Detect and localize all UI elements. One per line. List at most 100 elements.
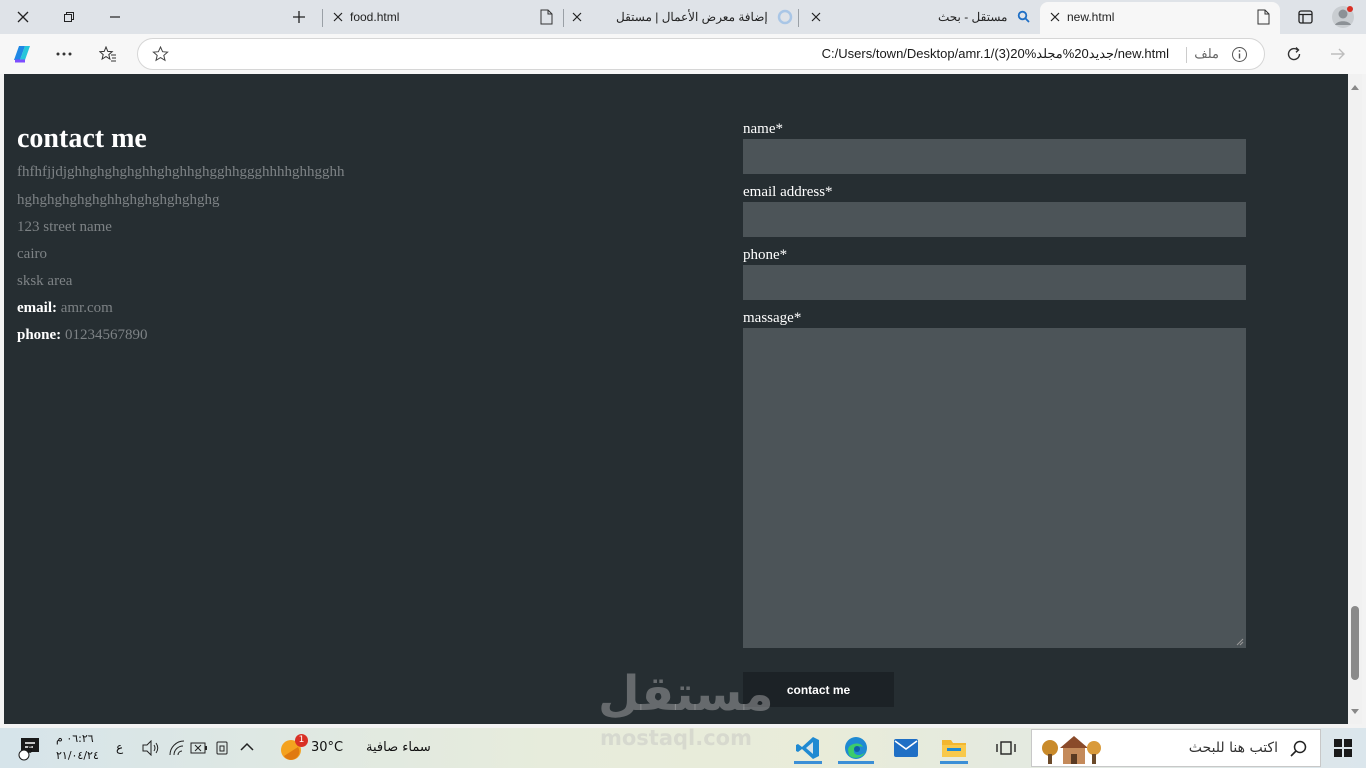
email-field[interactable] — [743, 202, 1246, 237]
loading-icon — [777, 9, 793, 25]
clock-time[interactable]: ٠٦:٢٦ م — [56, 732, 94, 745]
vscode-taskbar-button[interactable] — [786, 732, 830, 764]
mail-taskbar-button[interactable] — [884, 732, 928, 764]
minimize-window-button[interactable] — [92, 0, 138, 34]
profile-button[interactable] — [1320, 0, 1366, 34]
watermark-logo: مستقل — [598, 666, 774, 722]
email-value: amr.com — [60, 300, 113, 316]
close-tab-icon[interactable] — [1050, 12, 1060, 22]
phone-value: 01234567890 — [64, 327, 148, 343]
forward-button[interactable] — [1324, 40, 1352, 68]
edge-taskbar-button[interactable] — [834, 732, 878, 764]
more-icon — [56, 52, 72, 56]
running-indicator — [794, 761, 822, 764]
document-icon — [540, 9, 553, 25]
chevron-up-icon[interactable] — [240, 742, 254, 751]
restore-window-button[interactable] — [46, 0, 92, 34]
search-icon — [1017, 10, 1030, 23]
windows-logo-icon — [1334, 739, 1352, 757]
search-highlight-icon — [1042, 736, 1101, 764]
email-field-label: email address* — [743, 184, 833, 200]
add-favorite-icon[interactable] — [152, 46, 169, 62]
resize-grip-icon[interactable] — [1236, 638, 1244, 646]
message-field-label: massage* — [743, 310, 802, 326]
close-tab-icon[interactable] — [572, 12, 582, 22]
folder-icon — [942, 740, 966, 757]
close-tab-icon[interactable] — [333, 12, 343, 22]
forward-arrow-icon — [1331, 48, 1345, 60]
mail-icon — [894, 739, 918, 757]
tab-mostaql-search[interactable]: مستقل - بحث — [799, 4, 1039, 32]
tab-title: مستقل - بحث — [938, 10, 1008, 24]
notification-count: 5 — [27, 746, 33, 756]
description-line: fhfhfjjdjghhghghghghhghghhghgghhggghhhhg… — [17, 164, 345, 180]
window-edge — [1362, 74, 1366, 724]
tab-mostaql-portfolio[interactable]: إضافة معرض الأعمال | مستقل — [564, 4, 798, 32]
address-city: cairo — [17, 246, 47, 262]
email-label: email: — [17, 300, 57, 316]
volume-icon[interactable] — [142, 740, 160, 756]
name-field[interactable] — [743, 139, 1246, 174]
page-viewport: contact me fhfhfjjdjghhghghghghhghghhghg… — [4, 74, 1348, 724]
minimize-icon — [110, 16, 120, 18]
notifications-button[interactable]: 5 — [10, 732, 50, 764]
close-icon — [17, 11, 29, 23]
phone-field[interactable] — [743, 265, 1246, 300]
start-button[interactable] — [1320, 732, 1366, 764]
watermark-url: mostaql.com — [600, 726, 752, 750]
tab-title: إضافة معرض الأعمال | مستقل — [616, 10, 768, 24]
plus-icon — [293, 11, 305, 23]
weather-badge: 1 — [295, 734, 308, 747]
close-window-button[interactable] — [0, 0, 46, 34]
tab-strip: food.html إضافة معرض الأعمال | مستقل مست… — [0, 0, 1366, 34]
meet-now-icon[interactable] — [215, 740, 231, 756]
avatar — [1332, 6, 1354, 28]
copilot-icon — [14, 46, 30, 63]
phone-line: phone: 01234567890 — [17, 327, 147, 344]
page-scrollbar[interactable] — [1348, 74, 1362, 724]
scroll-up-icon[interactable] — [1350, 82, 1360, 92]
running-indicator — [838, 761, 874, 764]
tab-new-html[interactable]: new.html — [1040, 2, 1280, 34]
name-label: name* — [743, 121, 783, 137]
restore-icon — [64, 12, 74, 22]
file-explorer-taskbar-button[interactable] — [932, 732, 976, 764]
clock-date[interactable]: ٢١/٠٤/٢٤ — [56, 749, 99, 762]
info-icon[interactable] — [1231, 46, 1248, 63]
tab-title: new.html — [1067, 10, 1115, 24]
scheme-label: ملف — [1194, 46, 1219, 61]
taskbar-search[interactable]: اكتب هنا للبحث — [1031, 729, 1321, 767]
message-textarea[interactable] — [743, 328, 1246, 648]
weather-widget[interactable]: 1 30°C سماء صافية — [278, 734, 438, 762]
close-tab-icon[interactable] — [811, 12, 821, 22]
document-icon — [1257, 9, 1270, 25]
url-text[interactable]: C:/Users/town/Desktop/amr.1/(3)20%جديد20… — [822, 46, 1169, 62]
edge-icon — [845, 737, 867, 759]
tab-title: food.html — [350, 10, 400, 24]
wifi-icon[interactable] — [168, 740, 186, 756]
weather-condition: سماء صافية — [366, 740, 431, 755]
address-area: sksk area — [17, 273, 73, 289]
favorites-button[interactable] — [94, 40, 122, 68]
copilot-button[interactable] — [8, 40, 36, 68]
new-tab-button[interactable] — [276, 0, 322, 34]
running-indicator — [940, 761, 968, 764]
phone-label: phone: — [17, 327, 62, 343]
refresh-button[interactable] — [1280, 40, 1308, 68]
task-view-button[interactable] — [984, 732, 1028, 764]
scroll-down-icon[interactable] — [1350, 706, 1360, 716]
vscode-icon — [796, 737, 819, 759]
scrollbar-thumb[interactable] — [1351, 606, 1359, 680]
battery-icon[interactable] — [190, 741, 208, 755]
tab-actions-icon — [1297, 10, 1313, 24]
more-menu-button[interactable] — [50, 40, 78, 68]
phone-field-label: phone* — [743, 247, 788, 263]
favorites-icon — [99, 46, 116, 62]
temperature: 30°C — [311, 740, 344, 755]
language-indicator[interactable]: ع — [116, 740, 123, 754]
email-line: email: amr.com — [17, 300, 113, 317]
tab-food[interactable]: food.html — [323, 4, 563, 32]
address-bar[interactable]: C:/Users/town/Desktop/amr.1/(3)20%جديد20… — [137, 38, 1265, 70]
task-view-icon — [996, 741, 1016, 755]
refresh-icon — [1287, 47, 1301, 61]
